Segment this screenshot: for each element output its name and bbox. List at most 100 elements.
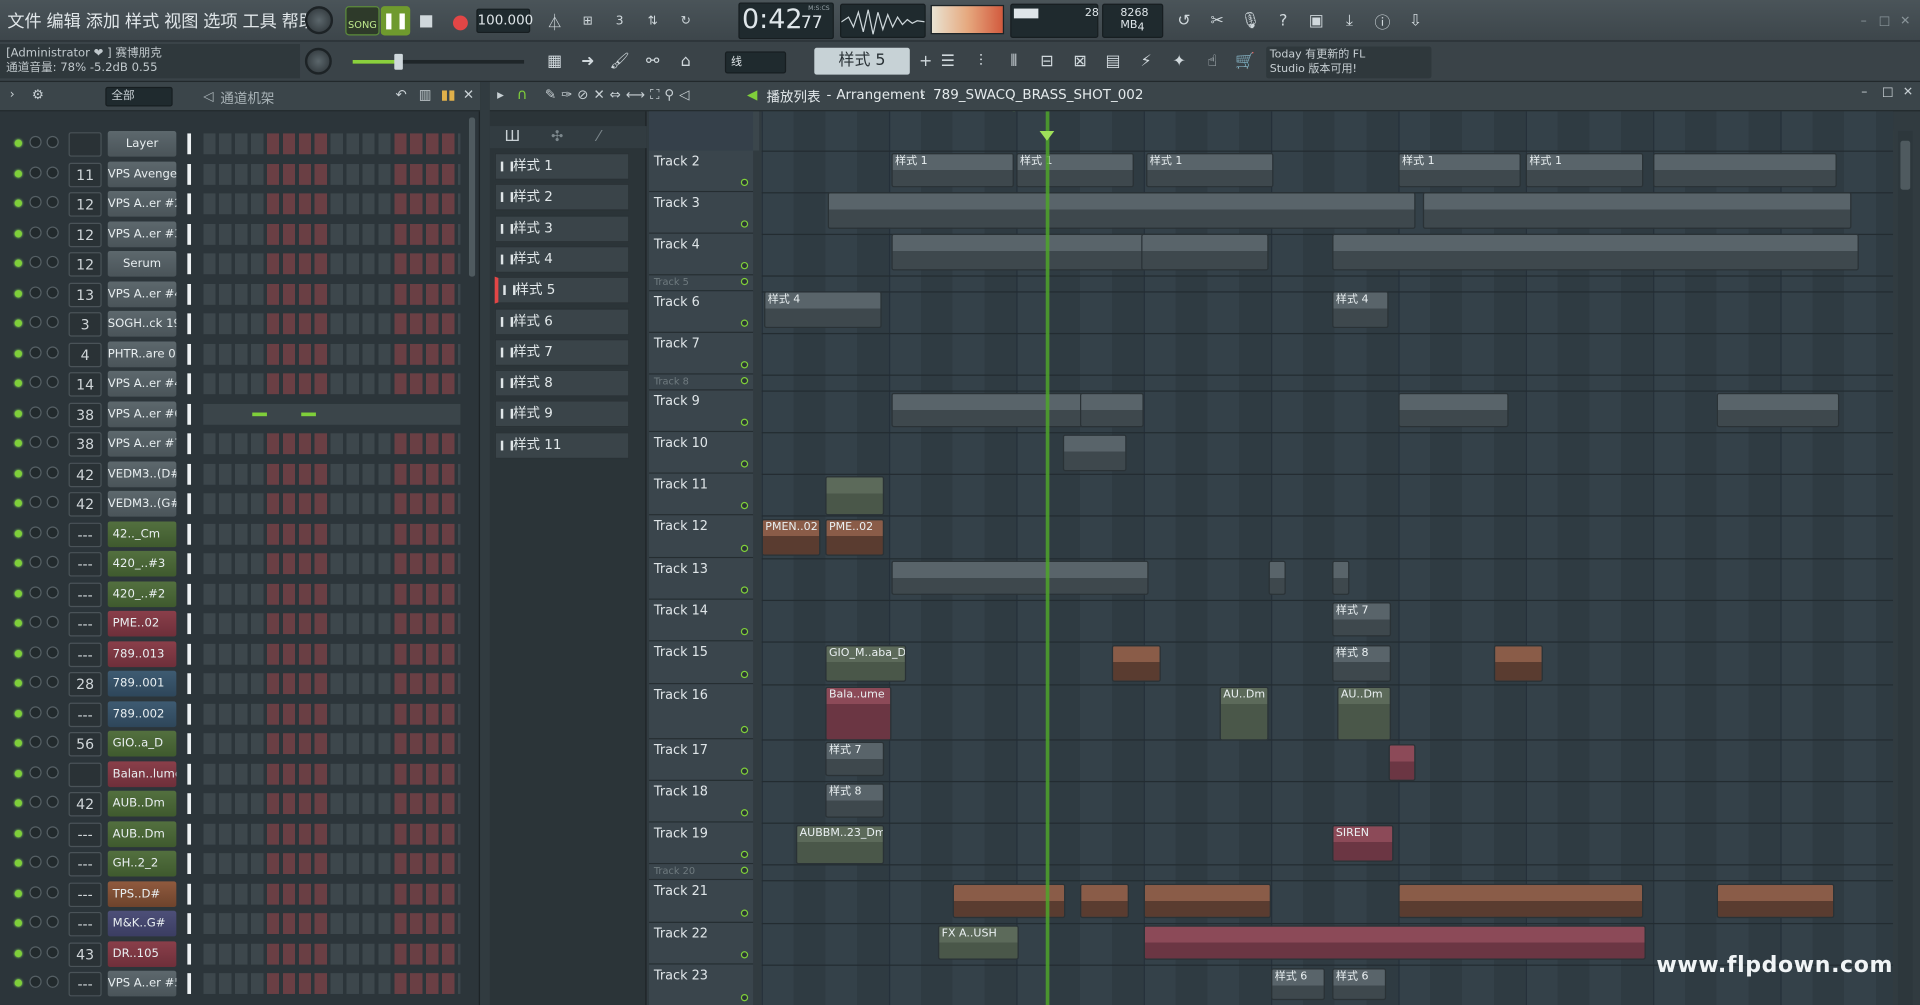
channel-select-indicator[interactable] [187,223,192,245]
channel-select-indicator[interactable] [187,253,192,275]
track-enable-led[interactable] [740,866,749,875]
channel-filter[interactable]: 全部 [105,86,173,107]
volume-knob[interactable] [46,225,59,239]
pattern-selector[interactable]: 样式 5 [814,47,910,75]
mixer-track-number[interactable]: 13 [68,282,102,307]
mixer-track-number[interactable]: 11 [68,162,102,187]
step-sequencer[interactable] [203,193,461,215]
track-enable-led[interactable] [740,725,749,734]
playlist-clip[interactable]: 样式 6 [1271,968,1325,1001]
channel-select-indicator[interactable] [187,193,192,215]
channel-name-button[interactable]: SOGH..ck 19 [107,310,177,337]
channel-select-indicator[interactable] [187,433,192,455]
step-sequencer[interactable] [203,493,461,515]
pan-knob[interactable] [29,285,42,299]
volume-knob[interactable] [46,135,59,149]
playlist-max-icon[interactable]: □ [1882,86,1894,99]
channel-name-button[interactable]: PME..02 [107,610,177,637]
channel-row[interactable]: 14 VPS A..er #4 [7,370,461,398]
step-sequencer[interactable] [203,343,461,365]
step-sequencer[interactable] [203,283,461,305]
track-header[interactable]: Track 5 [648,275,754,292]
pan-knob[interactable] [29,675,42,688]
volume-knob[interactable] [46,195,59,209]
download-icon[interactable]: ⇩ [1401,6,1430,35]
track-header[interactable]: Track 21 [648,880,754,923]
track-header[interactable]: Track 3 [648,192,754,234]
volume-knob[interactable] [46,615,59,628]
playlist-clip[interactable]: 样式 1 [891,153,1014,188]
brush-icon[interactable]: 🖌 [605,47,634,76]
channel-mute-led[interactable] [14,889,23,897]
step-sequencer[interactable] [203,913,461,934]
track-header[interactable]: Track 2 [648,150,754,193]
channel-mute-led[interactable] [14,859,23,867]
channel-name-button[interactable]: TPS..D# [107,880,177,907]
picker-audio-icon[interactable]: ✣ [551,127,563,144]
channel-row[interactable]: 42VEDM3..(D#) [7,460,461,488]
playlist-min-icon[interactable]: – [1861,86,1867,99]
channel-mute-led[interactable] [14,739,23,747]
track-header[interactable]: Track 19 [648,822,754,865]
channel-row[interactable]: 12 Serum [7,250,461,278]
menu-add[interactable]: 添加 [83,9,122,33]
pan-knob[interactable] [29,615,42,628]
track-header[interactable]: Track 23 [648,964,754,1005]
rack-steps-icon[interactable]: ▮▮ [441,87,456,103]
step-sequencer[interactable] [203,853,461,875]
track-header[interactable]: Track 15 [648,641,754,685]
pan-knob[interactable] [29,915,42,928]
master-pitch-slider[interactable] [352,53,525,70]
channel-name-button[interactable]: GH..2_2 [107,850,177,877]
channel-row[interactable]: --- 420_..#2 [7,580,461,608]
pan-knob[interactable] [29,825,42,838]
playlist-vscroll[interactable] [1897,130,1913,1005]
volume-knob[interactable] [46,555,59,568]
channel-name-button[interactable]: VPS A..er #4 [107,370,177,397]
volume-knob[interactable] [46,525,59,538]
channel-name-button[interactable]: 420_..#3 [107,550,177,577]
channel-mute-led[interactable] [14,139,23,147]
playlist-clip[interactable]: GIO_M..aba_D [825,645,907,682]
channel-mute-led[interactable] [14,649,23,657]
channel-name-button[interactable]: VEDM3..(G#) [107,490,177,517]
playlist-clip[interactable] [1111,645,1161,682]
pan-knob[interactable] [29,225,42,239]
pan-knob[interactable] [29,495,42,509]
channel-select-indicator[interactable] [187,163,192,185]
track-enable-led[interactable] [740,993,749,1002]
volume-knob[interactable] [46,315,59,329]
pattern-item[interactable]: 样式 7 [494,338,630,366]
volume-knob[interactable] [46,675,59,688]
track-enable-led[interactable] [740,377,749,385]
channel-row[interactable]: 13 VPS A..er #4 [7,280,461,308]
step-sequencer[interactable] [203,613,461,635]
playlist-close-icon[interactable]: ✕ [1903,86,1913,99]
playlist-clip[interactable] [1332,560,1350,595]
menu-edit[interactable]: 编辑 [44,9,83,33]
track-header[interactable]: Track 20 [648,864,754,881]
menu-patterns[interactable]: 样式 [122,9,161,33]
channel-name-button[interactable]: VEDM3..(D#) [107,460,177,487]
rack-scrollbar[interactable] [468,117,476,277]
channel-name-button[interactable]: VPS A..er #2 [107,190,177,217]
track-enable-led[interactable] [740,460,749,468]
volume-knob[interactable] [46,795,59,808]
playlist-clip[interactable]: AU..Dm [1219,686,1269,741]
step-sequencer[interactable] [203,703,461,725]
track-enable-led[interactable] [740,501,749,510]
channel-row[interactable]: 56 GIO..a_D [7,730,461,758]
mixer-track-number[interactable]: --- [68,552,102,577]
channel-mute-led[interactable] [14,829,23,837]
track-header[interactable]: Track 10 [648,432,754,474]
pattern-item[interactable]: 样式 4 [494,245,630,273]
playlist-clip[interactable] [1332,233,1859,271]
track-enable-led[interactable] [740,418,749,426]
channel-mute-led[interactable] [14,679,23,687]
piano-roll-icon[interactable]: ▦ [540,47,569,76]
pan-knob[interactable] [29,135,42,149]
track-enable-led[interactable] [740,319,749,327]
volume-knob[interactable] [46,435,59,449]
channel-select-indicator[interactable] [187,943,192,964]
pan-knob[interactable] [29,885,42,898]
